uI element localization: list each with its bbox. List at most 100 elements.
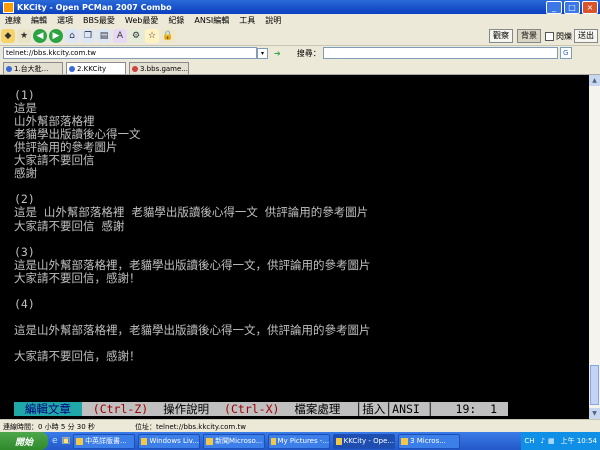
task-app-icon: [401, 437, 409, 445]
quicklaunch-desktop-icon[interactable]: ▣: [62, 436, 71, 446]
star-icon[interactable]: ☆: [145, 29, 159, 43]
window-title: KKCity - Open PCMan 2007 Combo: [17, 2, 172, 12]
quicklaunch-ie-icon[interactable]: e: [52, 436, 58, 446]
connection-address: 位址：telnet://bbs.kkcity.com.tw: [134, 422, 246, 431]
menu-bar: 連線 編輯 選項 BBS最愛 Web最愛 紀錄 ANSI編輯 工具 說明: [0, 14, 600, 27]
terminal-line: 這是山外幫部落格裡，老貓學出版讀後心得一文，供評論用的參考圖片: [14, 322, 371, 337]
language-indicator[interactable]: CH: [524, 437, 534, 445]
terminal-line: (4): [14, 296, 35, 311]
tab-bar: 1.台大批... 2.KKCity 3.bbs.game...: [0, 61, 600, 75]
taskbar: 開始 e ▣ 中英詳版書... Windows Liv... 新聞Microso..…: [0, 432, 600, 450]
favorites-icon[interactable]: ★: [17, 29, 31, 43]
scroll-up-icon[interactable]: ▲: [589, 75, 600, 86]
taskbar-button[interactable]: 新聞Microso...: [203, 433, 266, 449]
task-label: 新聞Microso...: [215, 437, 263, 445]
volume-icon[interactable]: ♪: [541, 437, 545, 445]
menu-ansi-edit[interactable]: ANSI編輯: [189, 15, 234, 26]
maximize-button[interactable]: □: [564, 0, 580, 14]
ansi-icon[interactable]: A: [113, 29, 127, 43]
settings-icon[interactable]: ⚙: [129, 29, 143, 43]
go-icon[interactable]: ➔: [274, 49, 281, 58]
terminal-scrollbar[interactable]: ▲ ▼: [589, 75, 600, 419]
forward-icon[interactable]: ▶: [49, 29, 63, 43]
terminal-screen[interactable]: (1) 這是 山外幫部落格裡 老貓學出版讀後心得一文 供評論用的參考圖片 大家請不要回信感…: [0, 75, 589, 419]
terminal-line: 大家請不要回信 感謝: [14, 218, 125, 233]
terminal-line: 山外幫部落格裡: [14, 114, 95, 129]
tab-label: 3.bbs.game...: [140, 64, 188, 73]
background-button[interactable]: 背景: [517, 29, 541, 43]
scroll-down-icon[interactable]: ▼: [589, 408, 600, 419]
task-label: 中英詳版書...: [85, 437, 127, 445]
status-segment: (Ctrl-X): [220, 402, 291, 416]
terminal-line: 大家請不要回信: [14, 153, 95, 168]
tab-label: 2.KKCity: [77, 64, 107, 73]
lock-icon[interactable]: 🔒: [161, 29, 175, 43]
back-icon[interactable]: ◀: [33, 29, 47, 43]
task-app-icon: [206, 437, 214, 445]
connection-time: 連線時間：0 小時 5 分 30 秒: [3, 422, 95, 431]
tab-label: 1.台大批...: [14, 64, 49, 73]
task-app-icon: [76, 437, 84, 445]
taskbar-button[interactable]: Windows Liv...: [138, 433, 201, 449]
terminal-line: (1): [14, 88, 35, 102]
menu-bbs-favorites[interactable]: BBS最愛: [78, 15, 120, 26]
search-engine-icon[interactable]: G: [559, 47, 572, 59]
close-button[interactable]: ×: [582, 0, 598, 14]
status-segment: 19: 1: [437, 402, 508, 416]
tab-3[interactable]: 3.bbs.game...: [129, 62, 189, 74]
start-button[interactable]: 開始: [0, 432, 48, 450]
menu-log[interactable]: 紀錄: [163, 15, 189, 26]
address-dropdown-icon[interactable]: ▾: [257, 47, 268, 59]
terminal-line: 這是山外幫部落格裡，老貓學出版讀後心得一文，供評論用的參考圖片: [14, 257, 371, 272]
address-bar: telnet://bbs.kkcity.com.tw ▾ ➔ 搜尋： G: [0, 46, 600, 60]
clock: 上午 10:54: [560, 437, 597, 445]
search-label: 搜尋：: [296, 48, 321, 58]
blink-checkbox[interactable]: [545, 31, 554, 41]
blink-label: 閃爍: [556, 31, 572, 41]
send-button[interactable]: 送出: [574, 29, 598, 43]
taskbar-button[interactable]: 中英詳版書...: [73, 433, 136, 449]
address-input[interactable]: telnet://bbs.kkcity.com.tw: [3, 47, 257, 59]
task-label: KKCity - Ope...: [343, 437, 395, 445]
task-label: My Pictures -...: [277, 437, 330, 445]
observe-button[interactable]: 觀察: [489, 29, 513, 43]
copy-icon[interactable]: ❐: [81, 29, 95, 43]
menu-help[interactable]: 說明: [260, 15, 286, 26]
taskbar-button[interactable]: My Pictures -...: [268, 433, 331, 449]
app-icon: [3, 1, 14, 13]
terminal-line: 這是 山外幫部落格裡 老貓學出版讀後心得一文 供評論用的參考圖片: [14, 205, 369, 220]
new-connection-icon[interactable]: ◆: [1, 29, 15, 43]
globe-icon: [6, 65, 12, 72]
terminal-line: (3): [14, 244, 35, 259]
terminal-line: 大家請不要回信，感謝！: [14, 349, 141, 363]
status-segment: (Ctrl-Z): [81, 402, 160, 416]
status-segment: │插入│ANSI │: [351, 402, 438, 416]
minimize-button[interactable]: _: [546, 0, 562, 14]
editor-status-line: 編輯文章 (Ctrl-Z) 操作說明 (Ctrl-X) 檔案處理 │插入│ANS…: [14, 402, 508, 416]
tab-1[interactable]: 1.台大批...: [3, 62, 63, 74]
menu-connection[interactable]: 連線: [0, 15, 26, 26]
terminal-line: 這是: [14, 101, 37, 116]
terminal-line: 供評論用的參考圖片: [14, 140, 118, 155]
task-app-icon: [271, 437, 276, 445]
taskbar-button[interactable]: KKCity - Ope...: [333, 433, 396, 449]
task-app-icon: [336, 437, 342, 445]
task-label: 3 Micros...: [410, 437, 446, 445]
status-segment: 編輯文章: [14, 402, 82, 416]
network-icon[interactable]: ▦: [548, 437, 555, 445]
menu-options[interactable]: 選項: [52, 15, 78, 26]
menu-web-favorites[interactable]: Web最愛: [120, 15, 163, 26]
title-bar: KKCity - Open PCMan 2007 Combo _ □ ×: [0, 0, 600, 14]
terminal-line: (2): [14, 192, 35, 207]
scroll-thumb[interactable]: [590, 365, 599, 405]
status-segment: 操作說明: [159, 402, 221, 416]
paste-icon[interactable]: ▤: [97, 29, 111, 43]
home-icon[interactable]: ⌂: [65, 29, 79, 43]
terminal-line: 大家請不要回信，感謝！: [14, 270, 141, 285]
menu-edit[interactable]: 編輯: [26, 15, 52, 26]
tab-2[interactable]: 2.KKCity: [66, 62, 126, 74]
taskbar-button[interactable]: 3 Micros...: [398, 433, 461, 449]
status-bar: 連線時間：0 小時 5 分 30 秒 位址：telnet://bbs.kkcit…: [0, 419, 600, 433]
search-input[interactable]: [322, 47, 558, 59]
menu-tools[interactable]: 工具: [234, 15, 260, 26]
